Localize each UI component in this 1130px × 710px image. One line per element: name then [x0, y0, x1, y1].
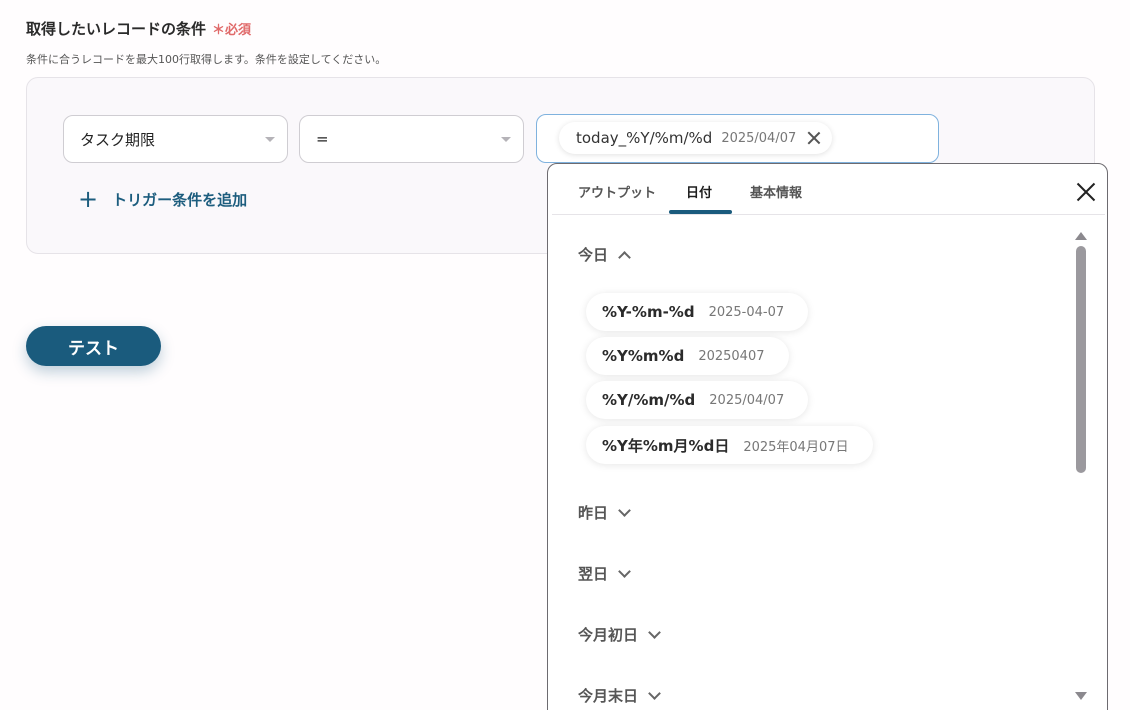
operator-select-caret-icon: [501, 137, 511, 142]
add-trigger-label: トリガー条件を追加: [112, 190, 248, 209]
date-format-option[interactable]: %Y-%m-%d 2025-04-07: [586, 293, 809, 331]
value-chip[interactable]: today_%Y/%m/%d 2025/04/07: [559, 122, 833, 154]
option-key: %Y年%m月%d日: [602, 436, 730, 455]
chevron-down-icon: [648, 625, 661, 639]
scroll-up-icon[interactable]: [1075, 232, 1087, 240]
option-key: %Y%m%d: [602, 347, 685, 365]
chevron-up-icon: [618, 250, 631, 264]
test-button[interactable]: テスト: [26, 326, 161, 366]
group-tomorrow-label: 翌日: [578, 565, 609, 583]
option-preview: 2025-04-07: [708, 304, 785, 320]
field-select-caret-icon: [265, 137, 275, 142]
remove-chip-icon[interactable]: [806, 130, 822, 146]
group-yesterday-label: 昨日: [578, 504, 609, 522]
tab-basic-info[interactable]: 基本情報: [750, 182, 802, 201]
group-yesterday[interactable]: 昨日: [578, 502, 631, 523]
chevron-down-icon: [618, 564, 631, 578]
option-key: %Y/%m/%d: [602, 391, 696, 409]
popup-tabs: アウトプット 日付 基本情報: [552, 164, 1105, 215]
operator-select-value: =: [316, 130, 329, 148]
active-tab-indicator: [669, 210, 732, 214]
group-today-label: 今日: [578, 246, 609, 264]
variable-picker-popup: アウトプット 日付 基本情報 今日 %Y-%m-%d 2025-04-07 %Y…: [547, 163, 1108, 710]
plus-icon: +: [78, 185, 99, 213]
chevron-down-icon: [648, 686, 661, 700]
option-preview: 20250407: [698, 348, 765, 364]
section-description: 条件に合うレコードを最大100行取得します。条件を設定してください。: [26, 53, 387, 66]
date-format-option[interactable]: %Y年%m月%d日 2025年04月07日: [586, 426, 873, 464]
group-today[interactable]: 今日: [578, 244, 631, 265]
value-input[interactable]: today_%Y/%m/%d 2025/04/07: [536, 114, 939, 163]
field-select-value: タスク期限: [80, 130, 156, 149]
scrollbar-thumb[interactable]: [1076, 246, 1086, 473]
operator-select[interactable]: =: [299, 115, 524, 163]
group-tomorrow[interactable]: 翌日: [578, 563, 631, 584]
scroll-down-icon[interactable]: [1075, 692, 1087, 700]
section-title: 取得したいレコードの条件 ＊必須: [26, 18, 251, 39]
group-month-start[interactable]: 今月初日: [578, 624, 661, 645]
scrollbar[interactable]: [1074, 232, 1088, 702]
date-format-option[interactable]: %Y/%m/%d 2025/04/07: [586, 381, 809, 419]
option-key: %Y-%m-%d: [602, 303, 695, 321]
option-preview: 2025/04/07: [709, 392, 785, 408]
option-preview: 2025年04月07日: [743, 439, 849, 455]
value-chip-preview: 2025/04/07: [721, 130, 797, 146]
group-month-end-label: 今月末日: [578, 687, 639, 705]
group-month-end[interactable]: 今月末日: [578, 685, 661, 706]
section-title-text: 取得したいレコードの条件: [26, 20, 207, 38]
value-chip-key: today_%Y/%m/%d: [576, 129, 713, 147]
field-select[interactable]: タスク期限: [63, 115, 288, 163]
tab-date[interactable]: 日付: [686, 182, 712, 201]
add-trigger-condition-button[interactable]: + トリガー条件を追加: [78, 187, 247, 211]
date-format-option[interactable]: %Y%m%d 20250407: [586, 337, 789, 375]
close-icon[interactable]: [1076, 182, 1096, 202]
tab-output[interactable]: アウトプット: [578, 182, 656, 201]
required-badge: ＊必須: [212, 23, 252, 38]
group-month-start-label: 今月初日: [578, 626, 639, 644]
chevron-down-icon: [618, 503, 631, 517]
